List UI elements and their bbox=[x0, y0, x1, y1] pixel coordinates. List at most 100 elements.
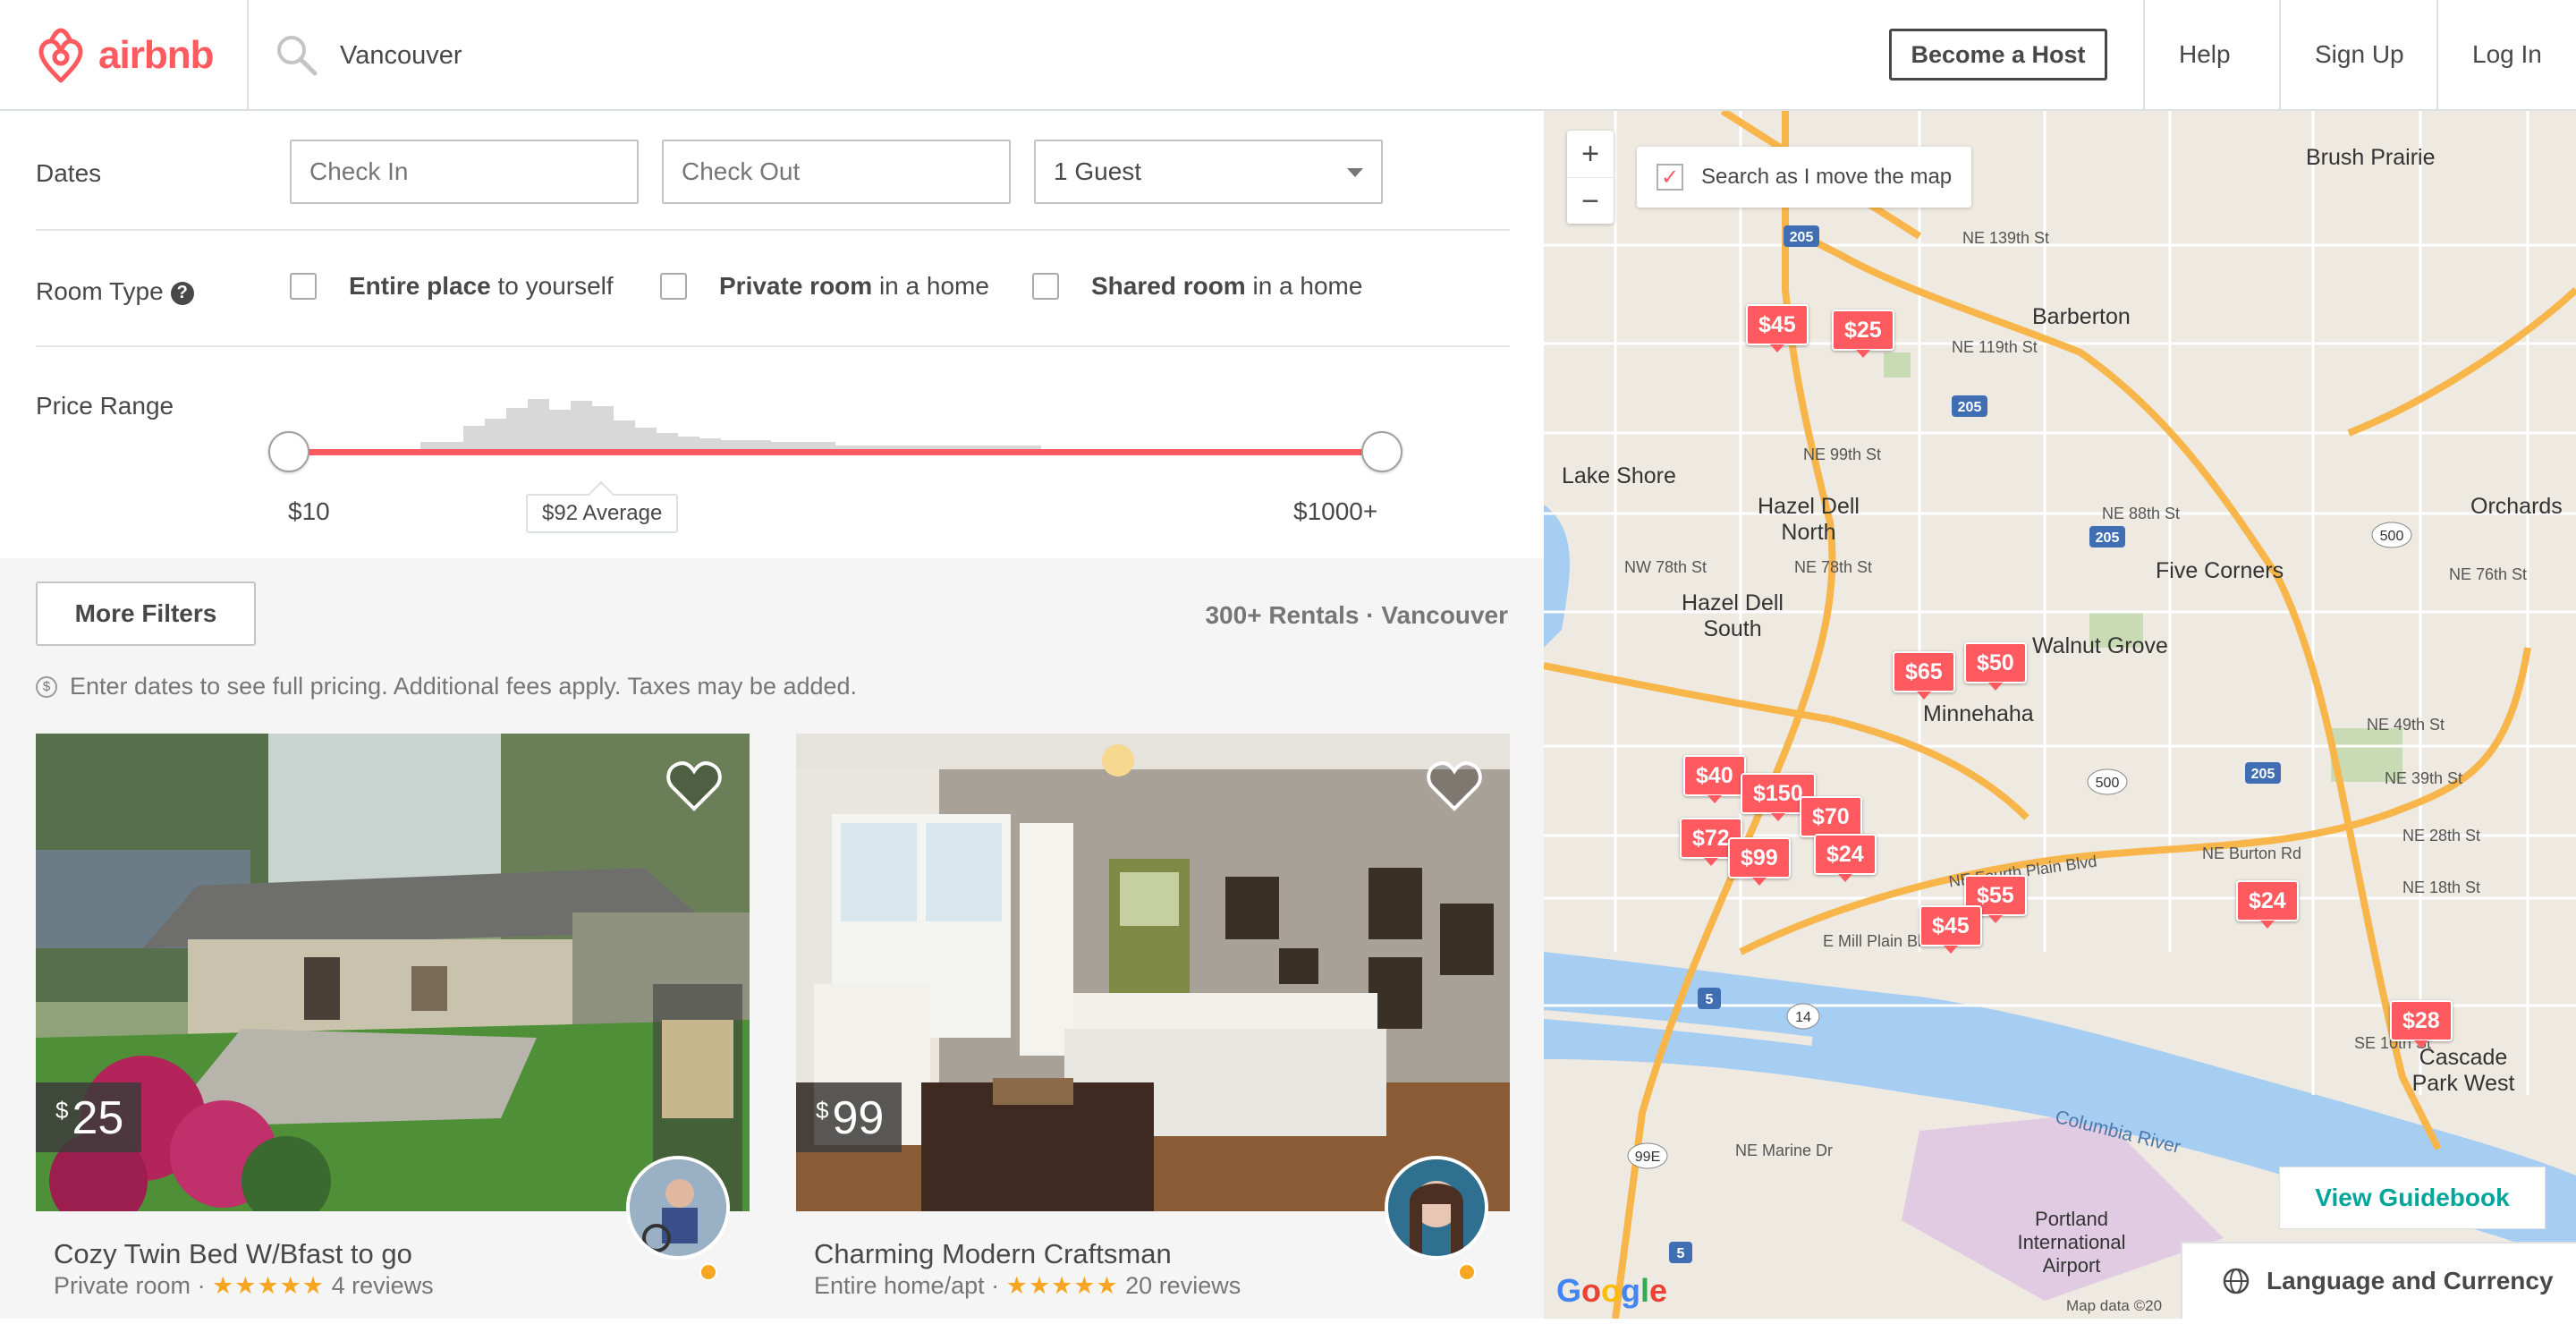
help-icon[interactable]: ? bbox=[170, 281, 194, 305]
chevron-down-icon bbox=[1347, 168, 1363, 177]
zoom-in-button[interactable]: + bbox=[1567, 131, 1614, 178]
place-label: Orchards bbox=[2470, 494, 2563, 519]
listing-photo[interactable]: $ 25 bbox=[36, 734, 750, 1211]
log-in-link[interactable]: Log In bbox=[2472, 0, 2542, 109]
map-panel[interactable]: 205 205 205 205 5 5 500 500 14 99E Brush… bbox=[1544, 111, 2576, 1319]
street-label: NE Burton Rd bbox=[2202, 844, 2302, 862]
price-max-handle[interactable] bbox=[1361, 431, 1402, 472]
place-label: Lake Shore bbox=[1562, 463, 1676, 488]
svg-text:99E: 99E bbox=[1635, 1150, 1660, 1165]
host-photo bbox=[630, 1159, 726, 1256]
map-price-pin[interactable]: $28 bbox=[2390, 1000, 2453, 1048]
svg-text:5: 5 bbox=[1677, 1246, 1685, 1261]
room-type-strong: Private room bbox=[719, 272, 873, 300]
guests-select[interactable]: 1 Guest bbox=[1034, 140, 1383, 204]
street-label: NE 18th St bbox=[2402, 878, 2481, 896]
results-panel: More Filters 300+ Rentals · Vancouver $ … bbox=[0, 558, 1544, 1319]
room-type-rest: to yourself bbox=[490, 272, 614, 300]
street-label: NE 78th St bbox=[1794, 558, 1873, 576]
street-label: NE 139th St bbox=[1962, 229, 2050, 247]
place-label: Brush Prairie bbox=[2306, 145, 2436, 170]
language-currency-button[interactable]: Language and Currency bbox=[2181, 1242, 2576, 1319]
help-link[interactable]: Help bbox=[2179, 0, 2231, 109]
host-photo bbox=[1388, 1159, 1485, 1256]
listing-meta: Private room · ★★★★★ 4 reviews bbox=[54, 1272, 434, 1299]
svg-text:500: 500 bbox=[2096, 776, 2120, 791]
map-tiles: 205 205 205 205 5 5 500 500 14 99E bbox=[1544, 111, 2576, 1319]
map-price-pin[interactable]: $24 bbox=[2236, 880, 2299, 929]
listing-card[interactable]: $ 25 Cozy Twin Bed W/Bfast to go Private… bbox=[36, 734, 750, 1324]
map-price-pin[interactable]: $50 bbox=[1964, 642, 2027, 691]
star-rating: ★★★★★ bbox=[1005, 1272, 1119, 1299]
map-price-pin[interactable]: $24 bbox=[1814, 834, 1877, 882]
star-rating: ★★★★★ bbox=[212, 1272, 326, 1299]
price-range-label: Price Range bbox=[36, 392, 174, 420]
globe-icon bbox=[2223, 1268, 2250, 1294]
guests-value: 1 Guest bbox=[1054, 157, 1142, 185]
map-price-pin[interactable]: $40 bbox=[1683, 755, 1746, 803]
top-header: airbnb Become a Host Help Sign Up Log In bbox=[0, 0, 2576, 111]
listing-photo[interactable]: $ 99 bbox=[796, 734, 1510, 1211]
living-room-photo bbox=[796, 734, 1510, 1211]
room-type: Entire home/apt bbox=[814, 1272, 985, 1299]
search-input[interactable] bbox=[338, 39, 968, 72]
place-label: Five Corners bbox=[2156, 558, 2284, 583]
check-in-field[interactable]: Check In bbox=[290, 140, 639, 204]
street-label: NE 39th St bbox=[2385, 769, 2463, 787]
logo-text: airbnb bbox=[98, 33, 214, 77]
private-room-checkbox[interactable] bbox=[660, 273, 687, 300]
map-price-pin[interactable]: $70 bbox=[1800, 796, 1862, 844]
become-host-button[interactable]: Become a Host bbox=[1889, 29, 2107, 81]
place-label: Barberton bbox=[2032, 304, 2131, 329]
search-as-move-checkbox[interactable]: ✓ bbox=[1657, 164, 1683, 191]
entire-place-checkbox[interactable] bbox=[290, 273, 317, 300]
superhost-badge bbox=[699, 1263, 717, 1281]
divider bbox=[36, 229, 1510, 231]
sign-up-link[interactable]: Sign Up bbox=[2315, 0, 2404, 109]
place-label: Minnehaha bbox=[1923, 701, 2034, 726]
room-type-rest: in a home bbox=[1245, 272, 1363, 300]
room-type-strong: Entire place bbox=[349, 272, 491, 300]
view-guidebook-button[interactable]: View Guidebook bbox=[2279, 1167, 2546, 1229]
more-filters-button[interactable]: More Filters bbox=[36, 581, 256, 646]
svg-text:5: 5 bbox=[1706, 992, 1714, 1007]
place-label: Hazel Dell North bbox=[1758, 494, 1860, 545]
street-label: NE 49th St bbox=[2367, 716, 2445, 734]
price-min-handle[interactable] bbox=[268, 431, 309, 472]
airbnb-logo[interactable]: airbnb bbox=[36, 27, 214, 84]
divider bbox=[247, 0, 249, 109]
map-price-pin[interactable]: $99 bbox=[1728, 837, 1791, 886]
svg-text:205: 205 bbox=[1790, 230, 1814, 245]
entire-place-option[interactable]: Entire place to yourself bbox=[290, 272, 614, 301]
map-price-pin[interactable]: $25 bbox=[1832, 310, 1894, 358]
price-slider-track[interactable] bbox=[288, 449, 1381, 455]
map-price-pin[interactable]: $65 bbox=[1893, 651, 1955, 700]
heart-icon[interactable] bbox=[1426, 759, 1483, 812]
private-room-option[interactable]: Private room in a home bbox=[660, 272, 989, 301]
listing-title[interactable]: Charming Modern Craftsman bbox=[814, 1238, 1172, 1270]
street-label: NW 78th St bbox=[1624, 558, 1707, 576]
review-count: 20 reviews bbox=[1125, 1272, 1241, 1299]
host-avatar[interactable] bbox=[1385, 1156, 1488, 1260]
map-price-pin[interactable]: $45 bbox=[1919, 905, 1982, 954]
price-amount: 99 bbox=[832, 1092, 885, 1144]
price-badge: $ 25 bbox=[36, 1082, 142, 1152]
divider bbox=[2279, 0, 2281, 109]
svg-text:500: 500 bbox=[2380, 529, 2404, 544]
garden-house-photo bbox=[36, 734, 750, 1211]
google-logo: Google bbox=[1556, 1272, 1668, 1309]
host-avatar[interactable] bbox=[626, 1156, 730, 1260]
location-search[interactable] bbox=[274, 32, 968, 79]
street-label: NE Marine Dr bbox=[1735, 1142, 1834, 1159]
listing-title[interactable]: Cozy Twin Bed W/Bfast to go bbox=[54, 1238, 412, 1270]
heart-icon[interactable] bbox=[665, 759, 723, 812]
listing-card[interactable]: $ 99 Charming Modern Craftsman Entire ho… bbox=[796, 734, 1510, 1324]
shared-room-checkbox[interactable] bbox=[1032, 273, 1059, 300]
map-price-pin[interactable]: $45 bbox=[1746, 304, 1809, 352]
room-type-text: Room Type bbox=[36, 277, 164, 305]
shared-room-option[interactable]: Shared room in a home bbox=[1032, 272, 1362, 301]
zoom-out-button[interactable]: − bbox=[1567, 178, 1614, 225]
check-out-field[interactable]: Check Out bbox=[662, 140, 1011, 204]
map-attribution[interactable]: Map data ©20 bbox=[2066, 1297, 2162, 1315]
search-as-move-toggle[interactable]: ✓ Search as I move the map bbox=[1637, 147, 1972, 208]
